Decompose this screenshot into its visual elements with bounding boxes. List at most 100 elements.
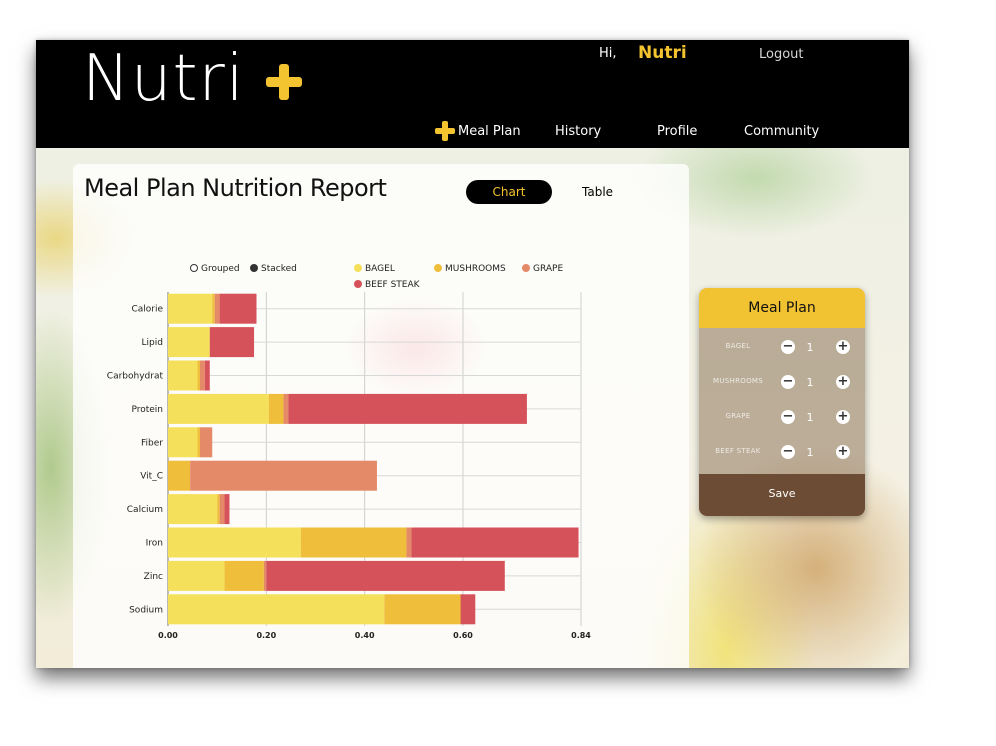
report-title: Meal Plan Nutrition Report xyxy=(84,174,387,202)
bar-segment xyxy=(300,527,407,558)
bar-segment xyxy=(168,360,198,391)
logo-text: Nutri xyxy=(82,42,245,116)
bar-segment xyxy=(266,560,505,591)
nav-profile[interactable]: Profile xyxy=(657,124,697,139)
bar-segment xyxy=(288,393,527,424)
legend-label: BEEF STEAK xyxy=(365,280,420,290)
bar-segment xyxy=(168,393,269,424)
minus-icon[interactable]: − xyxy=(781,340,795,354)
mode-stacked-label: Stacked xyxy=(261,264,297,274)
bar-segment xyxy=(168,293,213,324)
meal-plan-title: Meal Plan xyxy=(699,288,865,328)
app-logo[interactable]: Nutri xyxy=(82,42,245,116)
y-tick-label: Lipid xyxy=(142,338,163,348)
plus-logo-icon xyxy=(266,64,302,100)
user-name[interactable]: Nutri xyxy=(638,43,687,63)
bar-segment xyxy=(168,594,385,625)
legend-grape[interactable]: GRAPE xyxy=(522,264,563,274)
legend-swatch xyxy=(522,264,530,272)
bar-segment xyxy=(168,460,191,491)
save-button[interactable]: Save xyxy=(699,474,865,516)
bar-segment xyxy=(460,594,476,625)
legend-label: BAGEL xyxy=(365,264,395,274)
bar-segment xyxy=(263,560,267,591)
meal-plan-row: BEEF STEAK − 1 + xyxy=(699,443,865,463)
meal-item-qty: 1 xyxy=(806,411,814,424)
minus-icon[interactable]: − xyxy=(781,375,795,389)
plus-icon[interactable]: + xyxy=(836,375,850,389)
legend-bagel[interactable]: BAGEL xyxy=(354,264,395,274)
bar-segment xyxy=(217,494,220,525)
bar-segment xyxy=(168,427,198,458)
bar-segment xyxy=(168,527,301,558)
bar-segment xyxy=(168,494,218,525)
bar-segment xyxy=(199,360,205,391)
nav-meal-plan[interactable]: Meal Plan xyxy=(458,124,521,139)
meal-plan-items: BAGEL − 1 + MUSHROOMS − 1 + GRAPE − 1 + … xyxy=(699,328,865,474)
x-tick-label: 0.00 xyxy=(158,631,178,640)
bar-segment xyxy=(209,327,255,358)
bar-segment xyxy=(268,393,284,424)
nav-history[interactable]: History xyxy=(555,124,601,139)
mode-grouped-label: Grouped xyxy=(201,264,240,274)
bar-segment xyxy=(199,427,213,458)
bar-segment xyxy=(219,494,225,525)
plus-nav-icon xyxy=(435,121,455,141)
y-tick-label: Vit_C xyxy=(140,472,163,482)
legend-mushrooms[interactable]: MUSHROOMS xyxy=(434,264,506,274)
legend-beef-steak[interactable]: BEEF STEAK xyxy=(354,280,420,290)
tab-table[interactable]: Table xyxy=(582,185,613,199)
minus-icon[interactable]: − xyxy=(781,410,795,424)
y-tick-label: Calcium xyxy=(127,505,163,515)
bar-segment xyxy=(204,360,210,391)
nutrition-bar-chart: Calorie Lipid Carbohydrat Protein Fiber Vit_C… xyxy=(107,292,591,640)
minus-icon[interactable]: − xyxy=(781,445,795,459)
y-tick-label: Carbohydrat xyxy=(107,372,164,382)
bar-segment xyxy=(197,360,200,391)
y-tick-label: Protein xyxy=(131,405,163,415)
y-tick-label: Zinc xyxy=(144,572,163,582)
meal-item-name: GRAPE xyxy=(725,412,751,420)
legend-swatch xyxy=(354,280,362,288)
mode-grouped-radio[interactable]: Grouped xyxy=(190,264,240,274)
meal-item-name: BAGEL xyxy=(725,342,751,350)
y-tick-label: Calorie xyxy=(131,305,163,315)
tab-chart[interactable]: Chart xyxy=(466,180,552,204)
app-window: Nutri Hi, Nutri Logout Meal Plan History… xyxy=(36,40,909,668)
plus-icon[interactable]: + xyxy=(836,340,850,354)
bar-segment xyxy=(214,293,220,324)
legend-label: GRAPE xyxy=(533,264,564,274)
bar-segment xyxy=(411,527,579,558)
meal-plan-row: MUSHROOMS − 1 + xyxy=(699,373,865,393)
y-tick-label: Iron xyxy=(146,539,163,549)
meal-plan-row: GRAPE − 1 + xyxy=(699,408,865,428)
top-header: Nutri Hi, Nutri Logout Meal Plan History… xyxy=(36,40,909,148)
nav-community[interactable]: Community xyxy=(744,124,819,139)
bar-segment xyxy=(168,327,210,358)
plus-icon[interactable]: + xyxy=(836,410,850,424)
logout-link[interactable]: Logout xyxy=(759,47,804,62)
bar-segment xyxy=(197,427,200,458)
greeting-text: Hi, xyxy=(599,46,617,61)
plus-icon[interactable]: + xyxy=(836,445,850,459)
radio-filled-icon xyxy=(250,264,258,272)
meal-plan-panel: Meal Plan BAGEL − 1 + MUSHROOMS − 1 + GR… xyxy=(699,288,865,516)
meal-item-qty: 1 xyxy=(806,446,814,459)
y-tick-label: Fiber xyxy=(141,438,163,448)
meal-item-name: BEEF STEAK xyxy=(715,447,761,455)
mode-stacked-radio[interactable]: Stacked xyxy=(250,264,297,274)
bar-segment xyxy=(283,393,289,424)
legend-swatch xyxy=(354,264,362,272)
y-tick-label: Sodium xyxy=(129,605,163,615)
x-tick-label: 0.84 xyxy=(571,631,591,640)
meal-plan-row: BAGEL − 1 + xyxy=(699,338,865,358)
meal-item-qty: 1 xyxy=(806,341,814,354)
radio-empty-icon xyxy=(190,264,198,272)
legend-swatch xyxy=(434,264,442,272)
x-tick-label: 0.40 xyxy=(355,631,375,640)
meal-item-qty: 1 xyxy=(806,376,814,389)
x-tick-label: 0.60 xyxy=(453,631,473,640)
bar-segment xyxy=(224,560,264,591)
bar-segment xyxy=(224,494,230,525)
bar-segment xyxy=(212,293,215,324)
